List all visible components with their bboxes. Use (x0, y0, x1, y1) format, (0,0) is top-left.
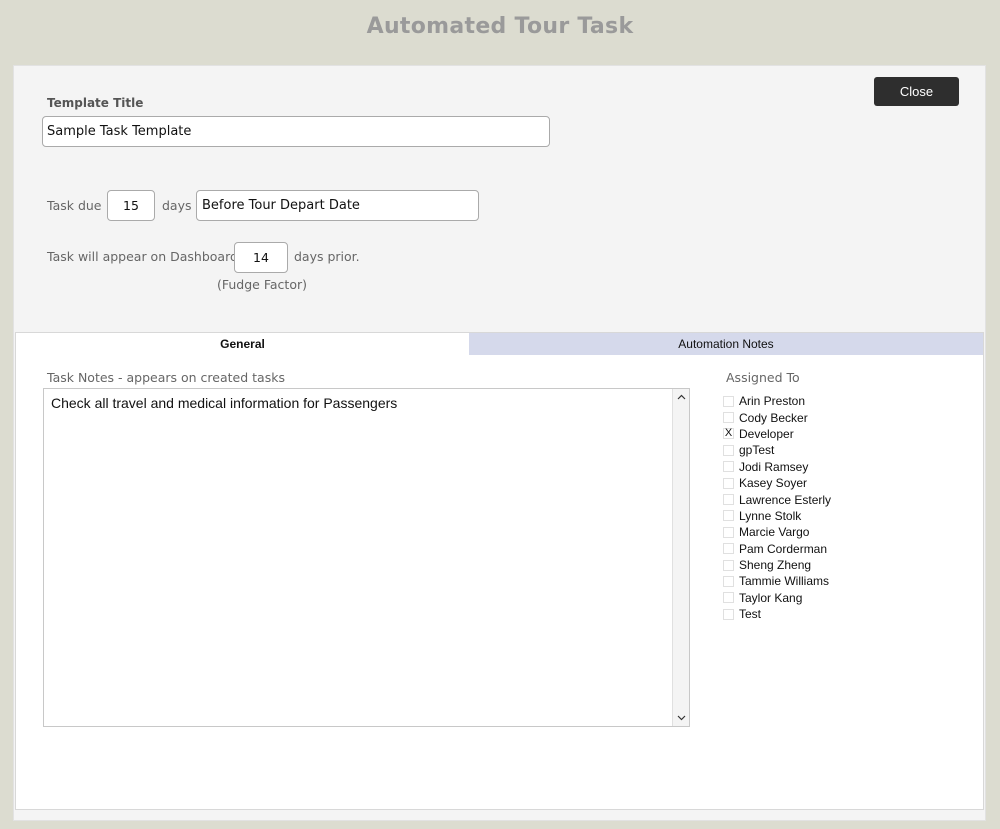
assignee-checkbox[interactable] (723, 395, 734, 407)
assignee-name: gpTest (739, 443, 775, 458)
assignee-name: Lynne Stolk (739, 508, 802, 523)
assignee-name: Marcie Vargo (739, 525, 810, 540)
template-title-input[interactable]: Sample Task Template (42, 116, 550, 147)
chevron-up-icon[interactable] (673, 389, 689, 405)
assignee-checkbox[interactable] (723, 477, 734, 489)
dashboard-label: Task will appear on Dashboard (47, 249, 238, 264)
assignee-checkbox[interactable] (723, 444, 734, 456)
assignee-name: Jodi Ramsey (739, 459, 809, 474)
assignee-checkbox[interactable] (723, 575, 734, 587)
assignee-checkbox[interactable] (723, 559, 734, 571)
assignee-item[interactable]: Taylor Kang (723, 590, 923, 606)
assignee-item[interactable]: Pam Corderman (723, 541, 923, 557)
days-label: days (162, 198, 192, 213)
assignee-name: Tammie Williams (739, 574, 829, 589)
tab-general[interactable]: General (16, 333, 469, 355)
assignee-checkbox[interactable] (723, 526, 734, 538)
assignee-item[interactable]: X Developer (723, 426, 923, 442)
assignee-item[interactable]: Jodi Ramsey (723, 459, 923, 475)
assignee-item[interactable]: Test (723, 606, 923, 622)
task-notes-label: Task Notes - appears on created tasks (47, 370, 285, 385)
assignee-item[interactable]: Tammie Williams (723, 573, 923, 589)
assignee-checkbox[interactable] (723, 592, 734, 604)
assignee-item[interactable]: Lynne Stolk (723, 508, 923, 524)
assignee-name: Sheng Zheng (739, 558, 812, 573)
task-due-label: Task due (47, 198, 102, 213)
assignee-name: Taylor Kang (739, 590, 803, 605)
assignee-name: Arin Preston (739, 394, 806, 409)
task-due-days-input[interactable]: 15 (107, 190, 155, 221)
assignee-item[interactable]: Marcie Vargo (723, 524, 923, 540)
assignee-item[interactable]: Sheng Zheng (723, 557, 923, 573)
assignee-checkbox[interactable] (723, 412, 734, 424)
assignee-name: Pam Corderman (739, 541, 828, 556)
assignee-item[interactable]: Kasey Soyer (723, 475, 923, 491)
assignee-checkbox[interactable] (723, 461, 734, 473)
tab-automation-notes[interactable]: Automation Notes (469, 333, 983, 355)
days-prior-label: days prior. (294, 249, 360, 264)
notes-scrollbar[interactable] (672, 389, 689, 726)
close-button[interactable]: Close (874, 77, 959, 106)
task-template-panel: Close Template Title Sample Task Templat… (13, 65, 986, 821)
assignee-item[interactable]: gpTest (723, 442, 923, 458)
assignee-item[interactable]: Cody Becker (723, 409, 923, 425)
dashboard-days-input[interactable]: 14 (234, 242, 288, 273)
assignee-checkbox[interactable]: X (723, 428, 734, 440)
page-title: Automated Tour Task (366, 14, 634, 39)
assignee-item[interactable]: Lawrence Esterly (723, 491, 923, 507)
assignee-name: Lawrence Esterly (739, 492, 832, 507)
chevron-down-icon[interactable] (673, 710, 689, 726)
template-title-label: Template Title (47, 96, 144, 110)
assignee-item[interactable]: Arin Preston (723, 393, 923, 409)
task-notes-textarea[interactable]: Check all travel and medical information… (43, 388, 690, 727)
due-relative-field[interactable]: Before Tour Depart Date (196, 190, 479, 221)
assignee-list: Arin Preston Cody Becker X Developer gpTest J… (723, 393, 923, 622)
assigned-to-label: Assigned To (726, 370, 800, 385)
assignee-checkbox[interactable] (723, 494, 734, 506)
assignee-checkbox[interactable] (723, 608, 734, 620)
fudge-factor-note: (Fudge Factor) (217, 277, 307, 292)
assignee-name: Test (739, 607, 762, 622)
tab-area: General Automation Notes Task Notes - ap… (15, 332, 984, 810)
assignee-checkbox[interactable] (723, 543, 734, 555)
task-notes-text: Check all travel and medical information… (51, 395, 398, 411)
assignee-name: Cody Becker (739, 410, 808, 425)
assignee-name: Kasey Soyer (739, 476, 808, 491)
assignee-checkbox[interactable] (723, 510, 734, 522)
assignee-name: Developer (739, 426, 794, 441)
